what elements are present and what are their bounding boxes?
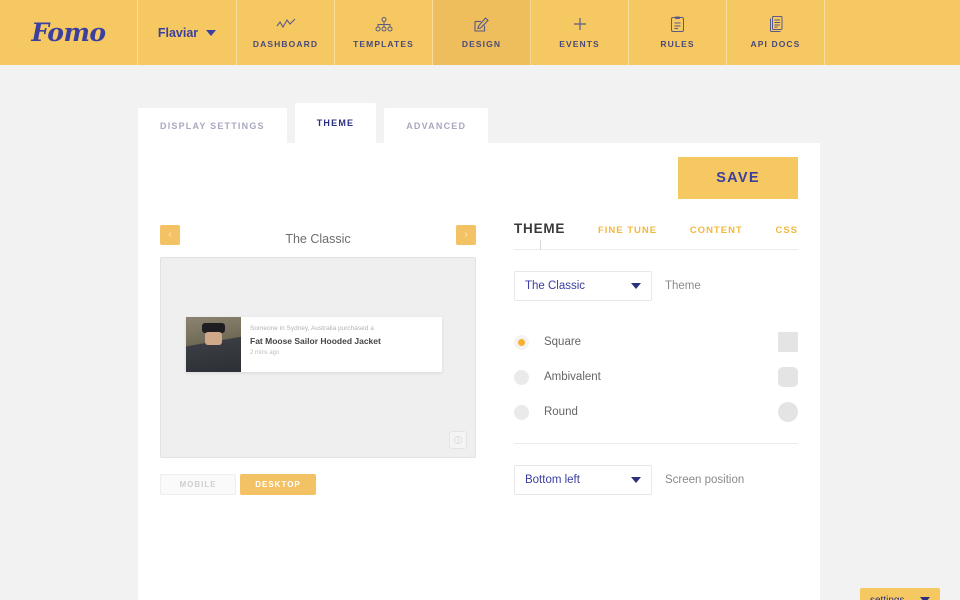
notification-title: Fat Moose Sailor Hooded Jacket <box>250 336 381 346</box>
screen-position-select[interactable]: Bottom left <box>513 465 652 495</box>
nav-item-rules[interactable]: RULES <box>629 0 727 65</box>
caret-down-icon <box>630 477 641 483</box>
nav-item-templates[interactable]: TEMPLATES <box>335 0 433 65</box>
nav-item-api-docs[interactable]: API DOCS <box>727 0 825 65</box>
tab-label: DISPLAY SETTINGS <box>160 120 265 131</box>
theme-field-label: Theme <box>664 280 701 292</box>
radio-ambivalent[interactable] <box>513 369 529 385</box>
nav-item-label: DESIGN <box>461 39 502 49</box>
nav-item-dashboard[interactable]: DASHBOARD <box>237 0 335 65</box>
preview-header: ‹ The Classic › <box>160 221 476 257</box>
screen-position-label: Screen position <box>664 474 745 486</box>
previous-theme-button[interactable]: ‹ <box>160 225 180 245</box>
sitemap-icon <box>375 16 393 32</box>
tab-display-settings[interactable]: DISPLAY SETTINGS <box>138 108 287 143</box>
edit-square-icon <box>474 16 489 32</box>
navbar-spacer <box>825 0 960 65</box>
chevron-right-icon: › <box>464 229 468 241</box>
section-tabs: DISPLAY SETTINGS THEME ADVANCED <box>138 103 489 143</box>
caret-down-icon <box>630 283 641 289</box>
theme-select[interactable]: The Classic <box>513 271 652 301</box>
tab-theme[interactable]: THEME <box>294 103 377 143</box>
screen-position-value: Bottom left <box>524 474 580 486</box>
position-field-row: Bottom left Screen position <box>513 444 798 495</box>
document-icon <box>769 16 783 32</box>
shape-option-group: Square Ambivalent Round <box>513 301 798 429</box>
notification-text: Someone in Sydney, Australia purchased a… <box>241 317 442 372</box>
sub-tab-fine-tune[interactable]: FINE TUNE <box>598 225 657 236</box>
device-toggle-group: MOBILE DESKTOP <box>160 458 476 495</box>
shape-preview-round <box>778 402 798 422</box>
brand-logo[interactable]: Fomo <box>0 0 138 65</box>
tab-advanced[interactable]: ADVANCED <box>384 108 489 143</box>
shape-option-label: Square <box>543 336 582 348</box>
theme-field-row: The Classic Theme <box>513 250 798 301</box>
preview-column: ‹ The Classic › Someone in Sydney, Austr… <box>160 221 476 495</box>
active-sub-tab-indicator <box>539 240 541 250</box>
floating-settings-button-1[interactable]: settings <box>860 588 940 600</box>
theme-select-value: The Classic <box>524 280 586 292</box>
tab-label: THEME <box>316 118 355 128</box>
save-row: SAVE <box>138 143 820 199</box>
brand-logo-text: Fomo <box>31 18 106 47</box>
plus-icon <box>573 16 587 32</box>
shape-option-square[interactable]: Square <box>513 325 798 359</box>
line-chart-icon <box>276 16 296 32</box>
device-mobile-button[interactable]: MOBILE <box>160 474 236 495</box>
tab-label: ADVANCED <box>406 120 467 131</box>
shape-option-ambivalent[interactable]: Ambivalent <box>513 360 798 394</box>
nav-item-label: TEMPLATES <box>353 39 414 49</box>
sub-tab-css[interactable]: CSS <box>775 225 798 236</box>
account-menu[interactable]: Flaviar <box>138 0 237 65</box>
refresh-preview-icon[interactable] <box>448 431 467 449</box>
nav-item-label: EVENTS <box>559 39 600 49</box>
nav-item-events[interactable]: EVENTS <box>531 0 629 65</box>
floating-settings-label: settings <box>870 594 905 600</box>
radio-round[interactable] <box>513 404 529 420</box>
preview-title: The Classic <box>285 232 351 246</box>
shape-option-label: Ambivalent <box>543 371 601 383</box>
account-menu-label: Flaviar <box>157 25 199 40</box>
sub-tab-content[interactable]: CONTENT <box>690 225 743 236</box>
nav-item-design[interactable]: DESIGN <box>433 0 531 65</box>
theme-panel: SAVE ‹ The Classic › Someone in Sydney, … <box>138 143 820 600</box>
top-navbar: Fomo Flaviar DASHBOARD TEMPLATES DESIGN … <box>0 0 960 65</box>
nav-item-label: RULES <box>660 39 695 49</box>
radio-square[interactable] <box>513 334 529 350</box>
preview-stage: Someone in Sydney, Australia purchased a… <box>160 257 476 458</box>
clipboard-icon <box>671 16 684 32</box>
shape-preview-square <box>778 332 798 352</box>
sub-tab-theme[interactable]: THEME <box>514 221 565 236</box>
chevron-down-icon <box>206 29 217 36</box>
notification-timestamp: 2 mins ago <box>250 350 280 356</box>
save-button[interactable]: SAVE <box>678 157 798 199</box>
shape-preview-ambivalent <box>778 367 798 387</box>
nav-item-label: API DOCS <box>750 39 801 49</box>
notification-thumbnail <box>186 317 241 372</box>
shape-option-label: Round <box>543 406 578 418</box>
next-theme-button[interactable]: › <box>455 225 476 245</box>
nav-item-label: DASHBOARD <box>252 39 319 49</box>
page-content: DISPLAY SETTINGS THEME ADVANCED SAVE ‹ T… <box>0 65 960 600</box>
chevron-left-icon: ‹ <box>168 229 172 241</box>
settings-column: THEME FINE TUNE CONTENT CSS The Classic … <box>513 221 798 495</box>
panel-columns: ‹ The Classic › Someone in Sydney, Austr… <box>138 199 820 495</box>
shape-option-round[interactable]: Round <box>513 395 798 429</box>
settings-sub-tabs: THEME FINE TUNE CONTENT CSS <box>513 221 798 250</box>
device-desktop-button[interactable]: DESKTOP <box>240 474 316 495</box>
notification-preview-card: Someone in Sydney, Australia purchased a… <box>186 317 442 372</box>
notification-subtitle: Someone in Sydney, Australia purchased a <box>250 325 374 332</box>
